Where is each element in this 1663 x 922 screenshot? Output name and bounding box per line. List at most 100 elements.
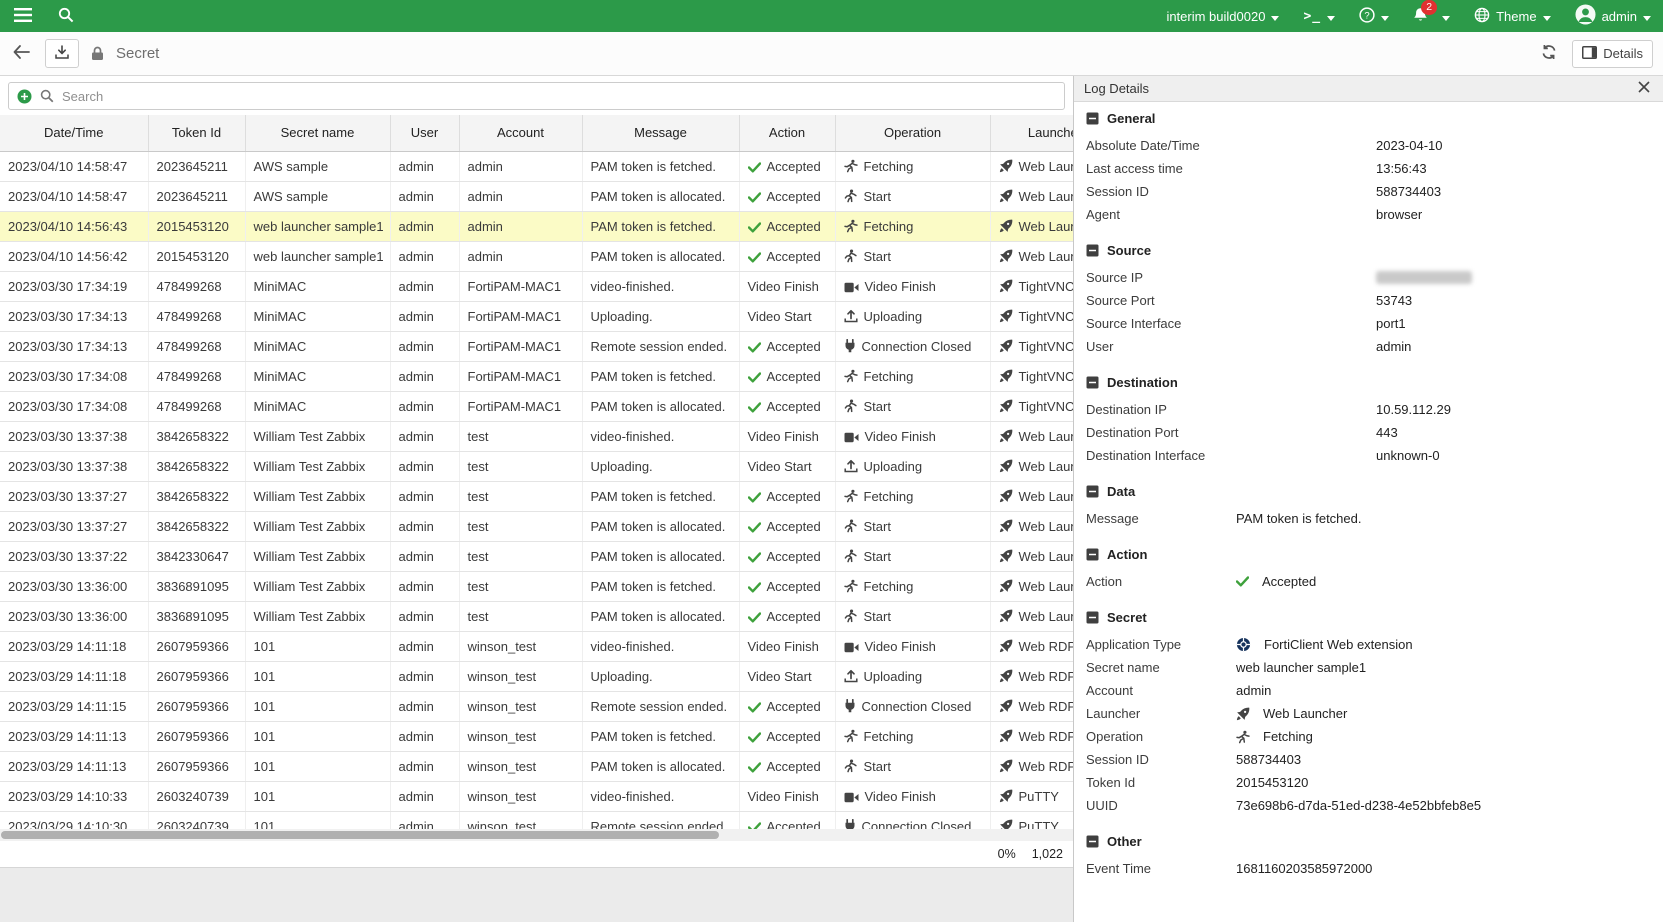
table-row[interactable]: 2023/03/30 13:36:003836891095William Tes…	[0, 601, 1073, 631]
section-header-other[interactable]: Other	[1086, 831, 1651, 851]
help-dropdown[interactable]: ?	[1359, 7, 1389, 26]
cell-message: PAM token is allocated.	[582, 391, 739, 421]
section-header-action[interactable]: Action	[1086, 544, 1651, 564]
cell-account: FortiPAM-MAC1	[459, 301, 582, 331]
detail-value: 588734403	[1376, 184, 1441, 199]
table-row[interactable]: 2023/03/30 17:34:13478499268MiniMACadmin…	[0, 301, 1073, 331]
column-header-action[interactable]: Action	[739, 115, 835, 151]
back-button[interactable]	[10, 42, 33, 65]
table-row[interactable]: 2023/03/29 14:11:152607959366101adminwin…	[0, 691, 1073, 721]
cell-token-id: 2603240739	[148, 811, 245, 829]
cell-message: PAM token is fetched.	[582, 481, 739, 511]
section-header-general[interactable]: General	[1086, 108, 1651, 128]
table-row[interactable]: 2023/03/30 17:34:13478499268MiniMACadmin…	[0, 331, 1073, 361]
search-input[interactable]	[62, 89, 1056, 104]
table-row[interactable]: 2023/03/29 14:11:132607959366101adminwin…	[0, 721, 1073, 751]
add-filter-icon[interactable]	[17, 89, 32, 104]
download-button[interactable]	[45, 39, 79, 68]
column-header-launcher[interactable]: Launcher	[990, 115, 1073, 151]
table-row[interactable]: 2023/03/30 13:37:273842658322William Tes…	[0, 511, 1073, 541]
section-header-secret[interactable]: Secret	[1086, 607, 1651, 627]
detail-row: Destination Port443	[1086, 421, 1651, 444]
cell-launcher: Web Launcher	[990, 211, 1073, 241]
column-header-operation[interactable]: Operation	[835, 115, 990, 151]
global-search-button[interactable]	[56, 5, 76, 28]
table-row[interactable]: 2023/03/30 17:34:08478499268MiniMACadmin…	[0, 391, 1073, 421]
cell-action: Accepted	[739, 571, 835, 601]
details-toggle-button[interactable]: Details	[1572, 40, 1653, 68]
run-icon	[844, 159, 858, 173]
cell-token-id: 3836891095	[148, 601, 245, 631]
cell-secret-name: William Test Zabbix	[245, 511, 390, 541]
table-row[interactable]: 2023/04/10 14:56:422015453120web launche…	[0, 241, 1073, 271]
cell-user: admin	[390, 571, 459, 601]
check-icon	[748, 702, 761, 713]
cell-datetime: 2023/03/29 14:10:30	[0, 811, 148, 829]
table-row[interactable]: 2023/03/30 13:37:273842658322William Tes…	[0, 481, 1073, 511]
table-row[interactable]: 2023/04/10 14:58:472023645211AWS samplea…	[0, 181, 1073, 211]
table-row[interactable]: 2023/03/29 14:10:332603240739101adminwin…	[0, 781, 1073, 811]
detail-row: Source Port53743	[1086, 289, 1651, 312]
cell-token-id: 2015453120	[148, 241, 245, 271]
cell-operation: Connection Closed	[835, 811, 990, 829]
table-row[interactable]: 2023/04/10 14:56:432015453120web launche…	[0, 211, 1073, 241]
section-header-destination[interactable]: Destination	[1086, 372, 1651, 392]
cell-action: Accepted	[739, 541, 835, 571]
table-row[interactable]: 2023/03/30 13:36:003836891095William Tes…	[0, 571, 1073, 601]
table-row[interactable]: 2023/03/29 14:10:302603240739101adminwin…	[0, 811, 1073, 829]
column-header-user[interactable]: User	[390, 115, 459, 151]
table-row[interactable]: 2023/03/30 13:37:223842330647William Tes…	[0, 541, 1073, 571]
column-header-account[interactable]: Account	[459, 115, 582, 151]
cell-message: PAM token is allocated.	[582, 751, 739, 781]
cell-operation: Video Finish	[835, 631, 990, 661]
column-header-token-id[interactable]: Token Id	[148, 115, 245, 151]
cell-action: Video Start	[739, 661, 835, 691]
cell-datetime: 2023/03/30 13:36:00	[0, 571, 148, 601]
close-details-button[interactable]	[1635, 78, 1653, 99]
rocket-icon	[999, 399, 1013, 413]
run-icon	[844, 489, 858, 503]
cell-datetime: 2023/03/30 13:37:38	[0, 421, 148, 451]
cell-secret-name: 101	[245, 751, 390, 781]
cell-secret-name: William Test Zabbix	[245, 421, 390, 451]
table-row[interactable]: 2023/03/30 13:37:383842658322William Tes…	[0, 451, 1073, 481]
column-header-date-time[interactable]: Date/Time	[0, 115, 148, 151]
cell-launcher: Web Launcher	[990, 151, 1073, 181]
check-icon	[748, 522, 761, 533]
start-icon	[844, 519, 858, 533]
table-row[interactable]: 2023/03/30 17:34:08478499268MiniMACadmin…	[0, 361, 1073, 391]
cell-account: test	[459, 541, 582, 571]
user-dropdown[interactable]: admin	[1575, 4, 1651, 28]
table-row[interactable]: 2023/03/30 17:34:19478499268MiniMACadmin…	[0, 271, 1073, 301]
rocket-icon	[999, 339, 1013, 353]
column-header-message[interactable]: Message	[582, 115, 739, 151]
cell-account: test	[459, 511, 582, 541]
cell-datetime: 2023/03/30 13:37:27	[0, 481, 148, 511]
cell-datetime: 2023/03/30 13:36:00	[0, 601, 148, 631]
cli-console-dropdown[interactable]: >_	[1303, 9, 1335, 24]
cell-message: PAM token is fetched.	[582, 571, 739, 601]
build-version-dropdown[interactable]: interim build0020	[1166, 9, 1279, 24]
cell-action: Accepted	[739, 181, 835, 211]
refresh-button[interactable]	[1538, 41, 1560, 66]
cell-account: winson_test	[459, 661, 582, 691]
horizontal-scrollbar[interactable]	[0, 829, 1073, 841]
cell-account: admin	[459, 211, 582, 241]
table-row[interactable]: 2023/04/10 14:58:472023645211AWS samplea…	[0, 151, 1073, 181]
section-header-source[interactable]: Source	[1086, 240, 1651, 260]
rocket-icon	[999, 579, 1013, 593]
table-row[interactable]: 2023/03/29 14:11:182607959366101adminwin…	[0, 631, 1073, 661]
cell-action: Accepted	[739, 241, 835, 271]
notifications-dropdown[interactable]: 2	[1413, 7, 1450, 26]
detail-label: Event Time	[1086, 861, 1236, 876]
detail-row: Session ID588734403	[1086, 748, 1651, 771]
table-row[interactable]: 2023/03/29 14:11:132607959366101adminwin…	[0, 751, 1073, 781]
hamburger-menu-button[interactable]	[12, 6, 34, 27]
column-header-secret-name[interactable]: Secret name	[245, 115, 390, 151]
theme-dropdown[interactable]: Theme	[1474, 7, 1550, 26]
section-header-data[interactable]: Data	[1086, 481, 1651, 501]
scrollbar-thumb[interactable]	[1, 831, 719, 839]
check-icon	[748, 762, 761, 773]
table-row[interactable]: 2023/03/30 13:37:383842658322William Tes…	[0, 421, 1073, 451]
table-row[interactable]: 2023/03/29 14:11:182607959366101adminwin…	[0, 661, 1073, 691]
